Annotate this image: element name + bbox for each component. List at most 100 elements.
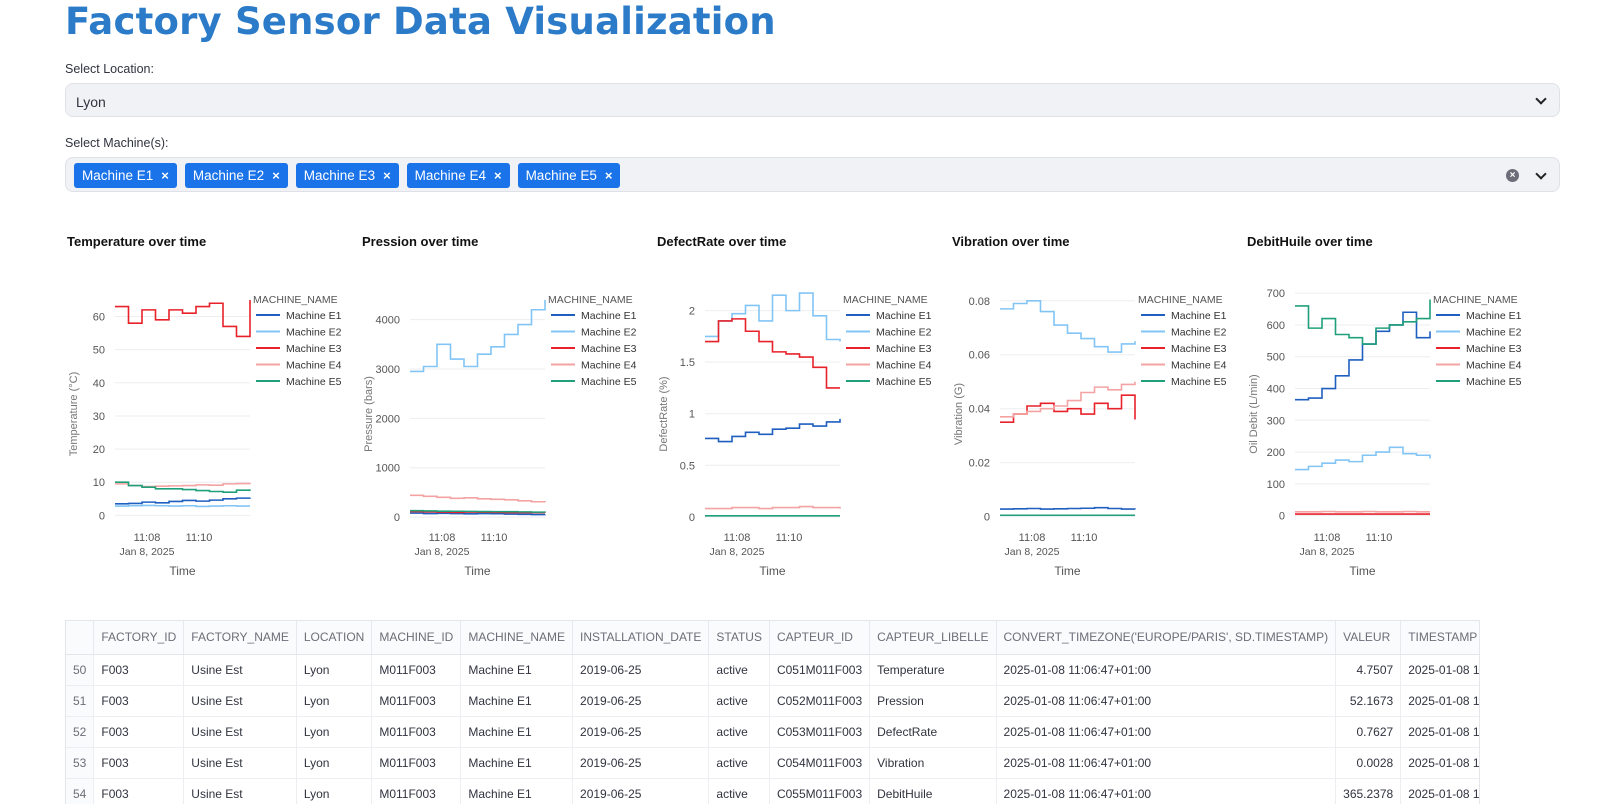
legend-item[interactable]: Machine E4 [1466, 360, 1522, 372]
table-cell[interactable]: active [708, 747, 770, 779]
table-cell[interactable]: Machine E1 [460, 778, 574, 804]
table-cell[interactable]: active [708, 685, 770, 717]
table-cell[interactable]: Lyon [296, 747, 373, 779]
table-cell[interactable]: Lyon [296, 716, 373, 748]
table-cell[interactable]: active [708, 716, 770, 748]
column-header[interactable]: TIMESTAMP [1400, 621, 1479, 655]
table-cell[interactable]: M011F003 [371, 654, 462, 686]
series-line[interactable] [705, 318, 840, 389]
series-line[interactable] [410, 512, 546, 516]
table-cell[interactable]: Machine E1 [460, 654, 574, 686]
table-cell[interactable]: DebitHuile [869, 778, 997, 804]
legend-item[interactable]: Machine E3 [1466, 343, 1522, 355]
column-header[interactable]: CAPTEUR_LIBELLE [869, 621, 997, 655]
line-chart[interactable]: 0 0.5 1 1.5 2 DefectRate (%) 11:08 11:10 Jan 8, … [655, 260, 945, 590]
table-cell[interactable]: Machine E1 [460, 685, 574, 717]
column-header[interactable]: FACTORY_ID [93, 621, 185, 655]
table-cell[interactable]: C053M011F003 [769, 716, 871, 748]
remove-chip-icon[interactable]: × [494, 163, 502, 188]
legend-item[interactable]: Machine E4 [286, 360, 342, 372]
series-line[interactable] [115, 504, 250, 508]
table-cell[interactable]: Usine Est [183, 747, 297, 779]
column-header[interactable]: INSTALLATION_DATE [572, 621, 710, 655]
legend-item[interactable]: Machine E2 [876, 327, 932, 339]
table-cell[interactable]: 2025-01-08 11:06:47+01:00 [996, 747, 1337, 779]
series-line[interactable] [115, 497, 251, 505]
legend-item[interactable]: Machine E4 [876, 360, 932, 372]
table-cell[interactable]: M011F003 [371, 685, 462, 717]
table-cell[interactable]: Usine Est [183, 654, 297, 686]
table-cell[interactable]: M011F003 [371, 716, 462, 748]
legend-item[interactable]: Machine E5 [1171, 376, 1227, 388]
table-cell[interactable]: active [708, 654, 770, 686]
table-cell[interactable]: Machine E1 [460, 716, 574, 748]
series-line[interactable] [705, 505, 841, 510]
table-cell[interactable]: 2025-01-08 11:06:47+01:00 [996, 654, 1337, 686]
legend-item[interactable]: Machine E1 [876, 310, 932, 322]
legend-item[interactable]: Machine E5 [581, 376, 637, 388]
legend-item[interactable]: Machine E2 [581, 327, 637, 339]
table-cell[interactable]: 0.7627 [1335, 716, 1402, 748]
chevron-down-icon[interactable] [1535, 93, 1547, 105]
series-line[interactable] [1295, 446, 1431, 471]
table-cell[interactable]: Usine Est [183, 685, 297, 717]
machine-chip[interactable]: Machine E2 × [184, 163, 288, 188]
table-row[interactable]: 51 F003 Usine Est Lyon M011F003 Machine E1 201… [66, 685, 1479, 717]
table-cell[interactable]: 0.0028 [1335, 747, 1402, 779]
machine-chip[interactable]: Machine E4 × [406, 163, 510, 188]
column-header[interactable]: MACHINE_NAME [460, 621, 574, 655]
table-cell[interactable]: active [708, 778, 770, 804]
machine-chip[interactable]: Machine E3 × [295, 163, 399, 188]
line-chart[interactable]: 0 0.02 0.04 0.06 0.08 Vibration (G) 11:08 11:10… [950, 260, 1240, 590]
column-header[interactable]: VALEUR [1335, 621, 1402, 655]
table-row[interactable]: 52 F003 Usine Est Lyon M011F003 Machine E1 201… [66, 716, 1479, 748]
table-cell[interactable]: Pression [869, 685, 997, 717]
table-cell[interactable]: 2025-01-08 11:07:06 [1400, 747, 1479, 779]
table-cell[interactable]: 2019-06-25 [572, 778, 710, 804]
remove-chip-icon[interactable]: × [161, 163, 169, 188]
remove-chip-icon[interactable]: × [272, 163, 280, 188]
legend-item[interactable]: Machine E5 [1466, 376, 1522, 388]
column-header[interactable]: FACTORY_NAME [183, 621, 297, 655]
table-cell[interactable]: M011F003 [371, 778, 462, 804]
legend-item[interactable]: Machine E2 [1466, 327, 1522, 339]
table-cell[interactable]: F003 [93, 778, 185, 804]
table-cell[interactable]: 4.7507 [1335, 654, 1402, 686]
table-cell[interactable]: 2025-01-08 11:06:47+01:00 [996, 716, 1337, 748]
series-line[interactable] [410, 299, 546, 373]
legend-item[interactable]: Machine E3 [1171, 343, 1227, 355]
legend-item[interactable]: Machine E3 [286, 343, 342, 355]
table-cell[interactable]: 2025-01-08 11:06:47+01:00 [996, 778, 1337, 804]
table-cell[interactable]: Lyon [296, 778, 373, 804]
table-cell[interactable]: F003 [93, 747, 185, 779]
table-cell[interactable]: C054M011F003 [769, 747, 871, 779]
series-line[interactable] [1000, 299, 1136, 353]
series-line[interactable] [410, 494, 546, 503]
machines-multiselect[interactable]: Machine E1 × Machine E2 × Machine E3 × Machine… [65, 157, 1560, 192]
table-cell[interactable]: 2025-01-08 11:07:06 [1400, 778, 1479, 804]
table-cell[interactable]: Machine E1 [460, 747, 574, 779]
table-cell[interactable]: C051M011F003 [769, 654, 871, 686]
series-line[interactable] [1000, 506, 1136, 510]
series-line[interactable] [705, 418, 841, 443]
remove-chip-icon[interactable]: × [605, 163, 613, 188]
remove-chip-icon[interactable]: × [383, 163, 391, 188]
column-header[interactable]: LOCATION [296, 621, 373, 655]
legend-item[interactable]: Machine E1 [286, 310, 342, 322]
clear-all-icon[interactable]: × [1506, 169, 1519, 182]
column-header[interactable]: MACHINE_ID [371, 621, 462, 655]
column-header[interactable]: CONVERT_TIMEZONE('EUROPE/PARIS', SD.TIME… [996, 621, 1337, 655]
legend-item[interactable]: Machine E2 [1171, 327, 1227, 339]
machine-chip[interactable]: Machine E1 × [74, 163, 177, 188]
line-chart[interactable]: 0 100 200 300 400 500 600 700 Oil Debit (L/min) 1… [1245, 260, 1535, 590]
legend-item[interactable]: Machine E4 [581, 360, 637, 372]
table-cell[interactable]: Lyon [296, 685, 373, 717]
table-cell[interactable]: F003 [93, 716, 185, 748]
table-cell[interactable]: Lyon [296, 654, 373, 686]
table-cell[interactable]: F003 [93, 685, 185, 717]
table-cell[interactable]: DefectRate [869, 716, 997, 748]
table-cell[interactable]: 2025-01-08 11:07:06 [1400, 654, 1479, 686]
table-cell[interactable]: M011F003 [371, 747, 462, 779]
legend-item[interactable]: Machine E3 [876, 343, 932, 355]
legend-item[interactable]: Machine E4 [1171, 360, 1227, 372]
